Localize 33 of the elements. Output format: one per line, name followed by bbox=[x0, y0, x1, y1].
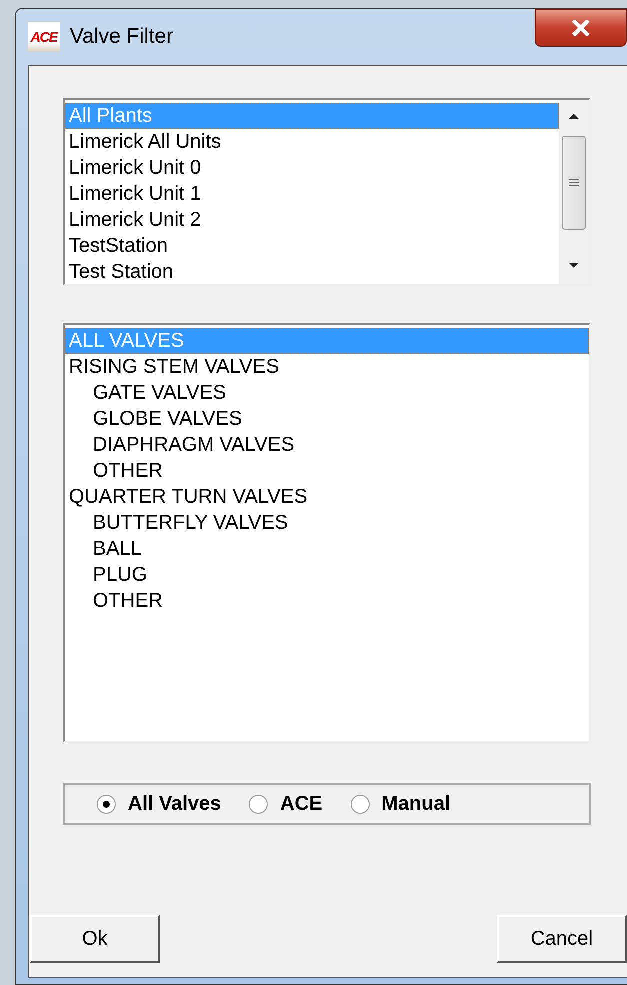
radio-option[interactable]: ACE bbox=[249, 792, 323, 816]
list-item[interactable]: Limerick Unit 0 bbox=[65, 155, 559, 181]
radio-option[interactable]: All Valves bbox=[97, 792, 222, 816]
radio-button[interactable] bbox=[249, 794, 268, 814]
scroll-thumb[interactable] bbox=[562, 136, 586, 230]
valve-type-list[interactable]: ALL VALVES RISING STEM VALVES GATE VALVES GLOBE VALVES DIAPHRAGM VALVES OTHER QUARTER TURN VALVES BUTTERFLY VALVES BALL PLUG OTHER bbox=[63, 323, 591, 743]
tree-item[interactable]: BALL bbox=[65, 536, 589, 562]
cancel-button[interactable]: Cancel bbox=[497, 915, 627, 963]
scroll-up-icon bbox=[568, 112, 580, 120]
app-logo: ACE bbox=[28, 22, 60, 52]
tree-item[interactable]: GLOBE VALVES bbox=[65, 406, 589, 432]
list-item[interactable]: Test Station bbox=[65, 259, 559, 285]
tree-item[interactable]: RISING STEM VALVES bbox=[65, 354, 589, 380]
close-button[interactable] bbox=[535, 9, 627, 47]
ok-button[interactable]: Ok bbox=[30, 915, 160, 963]
tree-item[interactable]: OTHER bbox=[65, 458, 589, 484]
tree-item[interactable]: DIAPHRAGM VALVES bbox=[65, 432, 589, 458]
list-item[interactable]: Limerick Unit 2 bbox=[65, 207, 559, 233]
tree-item[interactable]: BUTTERFLY VALVES bbox=[65, 510, 589, 536]
list-item[interactable]: Limerick All Units bbox=[65, 129, 559, 155]
radio-option[interactable]: Manual bbox=[350, 792, 451, 816]
tree-item[interactable]: OTHER bbox=[65, 588, 589, 614]
tree-item[interactable]: GATE VALVES bbox=[65, 380, 589, 406]
plant-list[interactable]: All Plants Limerick All Units Limerick Unit 0 Limerick Unit 1 Limerick Unit 2 TestStation Test Station bbox=[63, 98, 591, 286]
close-icon bbox=[572, 20, 590, 36]
radio-button[interactable] bbox=[350, 794, 370, 814]
window-title: Valve Filter bbox=[70, 25, 174, 49]
tree-item[interactable]: PLUG bbox=[65, 562, 589, 588]
radio-button[interactable] bbox=[97, 794, 116, 814]
scroll-down-icon bbox=[568, 262, 580, 270]
tree-item[interactable]: QUARTER TURN VALVES bbox=[65, 484, 589, 510]
list-item[interactable]: Limerick Unit 1 bbox=[65, 181, 559, 207]
list-item[interactable]: TestStation bbox=[65, 233, 559, 259]
